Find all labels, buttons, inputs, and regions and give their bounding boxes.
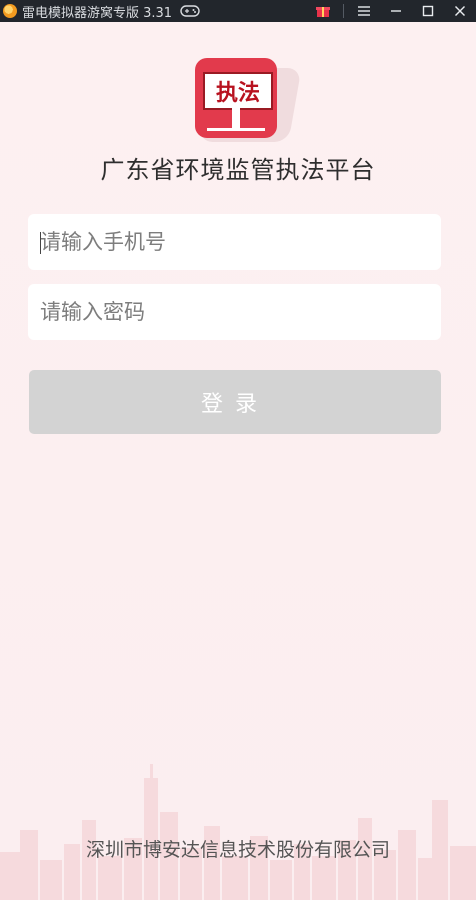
divider	[343, 4, 344, 18]
logo-base	[207, 128, 265, 131]
app-logo: 执法	[195, 58, 302, 142]
window-controls	[307, 0, 476, 22]
app-title: 广东省环境监管执法平台	[100, 156, 376, 184]
minimize-icon[interactable]	[380, 0, 412, 22]
maximize-icon[interactable]	[412, 0, 444, 22]
leidian-logo-icon	[3, 4, 17, 18]
company-footer: 深圳市博安达信息技术股份有限公司	[85, 839, 390, 861]
emulator-title-bar: 雷电模拟器游窝专版 3.31	[0, 0, 476, 22]
close-icon[interactable]	[444, 0, 476, 22]
logo-text: 执法	[203, 72, 273, 110]
menu-icon[interactable]	[348, 0, 380, 22]
logo-stem	[232, 108, 240, 128]
gift-icon[interactable]	[307, 0, 339, 22]
city-skyline-graphic	[0, 764, 476, 900]
gamepad-icon[interactable]	[180, 4, 200, 18]
phone-input[interactable]	[28, 214, 441, 270]
window-title: 雷电模拟器游窝专版 3.31	[22, 5, 173, 21]
login-button[interactable]: 登录	[29, 370, 441, 434]
text-cursor	[40, 232, 41, 254]
password-input[interactable]	[28, 284, 441, 340]
logo-badge: 执法	[195, 58, 277, 138]
login-screen: 执法 广东省环境监管执法平台 登录	[0, 22, 476, 900]
